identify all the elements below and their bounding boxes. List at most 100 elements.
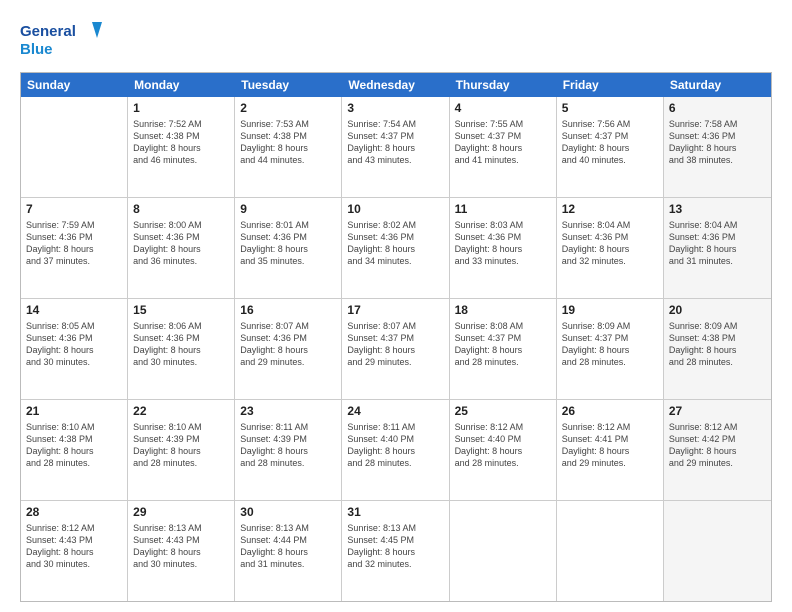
calendar-cell <box>450 501 557 601</box>
cell-info-line: and 32 minutes. <box>562 255 658 267</box>
cell-info-line: Daylight: 8 hours <box>669 142 766 154</box>
calendar-cell: 6Sunrise: 7:58 AMSunset: 4:36 PMDaylight… <box>664 97 771 197</box>
calendar-row: 28Sunrise: 8:12 AMSunset: 4:43 PMDayligh… <box>21 501 771 601</box>
cell-info-line: Sunset: 4:38 PM <box>26 433 122 445</box>
cell-info-line: Sunrise: 8:11 AM <box>347 421 443 433</box>
calendar-cell: 10Sunrise: 8:02 AMSunset: 4:36 PMDayligh… <box>342 198 449 298</box>
cell-info-line: Daylight: 8 hours <box>347 243 443 255</box>
calendar-cell: 8Sunrise: 8:00 AMSunset: 4:36 PMDaylight… <box>128 198 235 298</box>
calendar-cell: 14Sunrise: 8:05 AMSunset: 4:36 PMDayligh… <box>21 299 128 399</box>
cell-info-line: Daylight: 8 hours <box>669 344 766 356</box>
cell-info-line: Daylight: 8 hours <box>455 344 551 356</box>
cell-info-line: Sunrise: 7:52 AM <box>133 118 229 130</box>
calendar-cell: 4Sunrise: 7:55 AMSunset: 4:37 PMDaylight… <box>450 97 557 197</box>
day-number: 3 <box>347 100 443 117</box>
cell-info-line: Daylight: 8 hours <box>347 344 443 356</box>
cell-info-line: Daylight: 8 hours <box>347 445 443 457</box>
day-number: 21 <box>26 403 122 420</box>
header: General Blue <box>20 18 772 62</box>
cell-info-line: Daylight: 8 hours <box>455 445 551 457</box>
cell-info-line: and 31 minutes. <box>669 255 766 267</box>
cell-info-line: Sunrise: 8:12 AM <box>455 421 551 433</box>
calendar-body: 1Sunrise: 7:52 AMSunset: 4:38 PMDaylight… <box>21 97 771 601</box>
cell-info-line: and 33 minutes. <box>455 255 551 267</box>
calendar-row: 7Sunrise: 7:59 AMSunset: 4:36 PMDaylight… <box>21 198 771 299</box>
cell-info-line: Sunrise: 8:00 AM <box>133 219 229 231</box>
weekday-header: Saturday <box>664 73 771 97</box>
calendar-row: 21 Sunrise: 8:10 AM Sunset: 4:38 PM Dayligh… <box>21 400 771 501</box>
cell-info-line: Sunrise: 8:10 AM <box>133 421 229 433</box>
cell-info-line: Daylight: 8 hours <box>455 243 551 255</box>
day-number: 22 <box>133 403 229 420</box>
cell-info-line: Sunrise: 8:09 AM <box>669 320 766 332</box>
calendar-cell: 31Sunrise: 8:13 AMSunset: 4:45 PMDayligh… <box>342 501 449 601</box>
day-number: 10 <box>347 201 443 218</box>
cell-info-line: Sunrise: 8:13 AM <box>240 522 336 534</box>
cell-info-line: Sunset: 4:39 PM <box>133 433 229 445</box>
cell-info-line: Sunset: 4:43 PM <box>26 534 122 546</box>
cell-info-line: Sunset: 4:36 PM <box>26 231 122 243</box>
day-number: 5 <box>562 100 658 117</box>
calendar-cell: 18Sunrise: 8:08 AMSunset: 4:37 PMDayligh… <box>450 299 557 399</box>
cell-info-line: Daylight: 8 hours <box>240 142 336 154</box>
weekday-header: Friday <box>557 73 664 97</box>
svg-text:Blue: Blue <box>20 41 53 58</box>
cell-info-line: Sunrise: 8:12 AM <box>562 421 658 433</box>
cell-info-line: and 43 minutes. <box>347 154 443 166</box>
calendar-cell: 26Sunrise: 8:12 AMSunset: 4:41 PMDayligh… <box>557 400 664 500</box>
day-number: 14 <box>26 302 122 319</box>
calendar-cell: 28Sunrise: 8:12 AMSunset: 4:43 PMDayligh… <box>21 501 128 601</box>
cell-info-line: Sunrise: 8:02 AM <box>347 219 443 231</box>
cell-info-line: Sunset: 4:37 PM <box>562 332 658 344</box>
day-number: 8 <box>133 201 229 218</box>
cell-info-line: and 36 minutes. <box>133 255 229 267</box>
calendar-cell: 22Sunrise: 8:10 AMSunset: 4:39 PMDayligh… <box>128 400 235 500</box>
calendar-cell: 12Sunrise: 8:04 AMSunset: 4:36 PMDayligh… <box>557 198 664 298</box>
cell-info-line: Sunrise: 8:06 AM <box>133 320 229 332</box>
cell-info-line: Sunset: 4:36 PM <box>133 231 229 243</box>
calendar-cell: 16Sunrise: 8:07 AMSunset: 4:36 PMDayligh… <box>235 299 342 399</box>
day-number: 1 <box>133 100 229 117</box>
cell-info-line: Sunrise: 7:55 AM <box>455 118 551 130</box>
calendar-header: SundayMondayTuesdayWednesdayThursdayFrid… <box>21 73 771 97</box>
cell-info-line: Daylight: 8 hours <box>240 344 336 356</box>
day-number: 18 <box>455 302 551 319</box>
day-number: 13 <box>669 201 766 218</box>
cell-info-line: and 37 minutes. <box>26 255 122 267</box>
calendar-cell: 7Sunrise: 7:59 AMSunset: 4:36 PMDaylight… <box>21 198 128 298</box>
calendar-cell: 23Sunrise: 8:11 AMSunset: 4:39 PMDayligh… <box>235 400 342 500</box>
calendar-cell: 9Sunrise: 8:01 AMSunset: 4:36 PMDaylight… <box>235 198 342 298</box>
cell-info-line: Sunset: 4:36 PM <box>562 231 658 243</box>
cell-info-line: Sunrise: 7:56 AM <box>562 118 658 130</box>
day-number: 30 <box>240 504 336 521</box>
cell-info-line: Sunrise: 7:58 AM <box>669 118 766 130</box>
cell-info-line: Sunset: 4:41 PM <box>562 433 658 445</box>
day-number: 7 <box>26 201 122 218</box>
cell-info-line: Daylight: 8 hours <box>133 546 229 558</box>
cell-info-line: Daylight: 8 hours <box>562 243 658 255</box>
calendar-cell: 21Sunrise: 8:10 AMSunset: 4:38 PMDayligh… <box>21 400 128 500</box>
logo-svg: General Blue <box>20 18 110 62</box>
weekday-header: Sunday <box>21 73 128 97</box>
cell-info-line: Sunset: 4:38 PM <box>240 130 336 142</box>
cell-info-line: Daylight: 8 hours <box>669 243 766 255</box>
cell-info-line: Sunset: 4:36 PM <box>240 332 336 344</box>
day-number: 16 <box>240 302 336 319</box>
cell-info-line: Daylight: 8 hours <box>26 546 122 558</box>
day-number: 12 <box>562 201 658 218</box>
cell-info-line: Sunrise: 8:08 AM <box>455 320 551 332</box>
cell-info-line: Sunset: 4:36 PM <box>347 231 443 243</box>
cell-info-line: Daylight: 8 hours <box>26 243 122 255</box>
day-number: 2 <box>240 100 336 117</box>
cell-info-line: Sunset: 4:37 PM <box>562 130 658 142</box>
calendar: SundayMondayTuesdayWednesdayThursdayFrid… <box>20 72 772 602</box>
day-number: 28 <box>26 504 122 521</box>
cell-info-line: and 28 minutes. <box>26 457 122 469</box>
cell-info-line: Sunset: 4:36 PM <box>133 332 229 344</box>
cell-info-line: Sunset: 4:39 PM <box>240 433 336 445</box>
calendar-cell <box>664 501 771 601</box>
cell-info-line: Sunset: 4:44 PM <box>240 534 336 546</box>
cell-info-line: Sunset: 4:37 PM <box>347 332 443 344</box>
cell-info-line: Sunrise: 8:03 AM <box>455 219 551 231</box>
cell-info-line: Sunrise: 8:07 AM <box>240 320 336 332</box>
